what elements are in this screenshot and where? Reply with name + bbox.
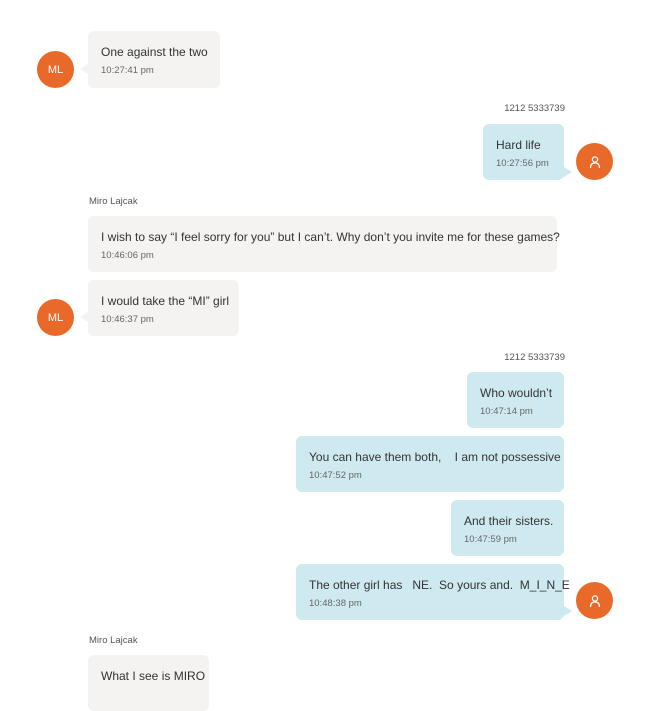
message-text: And their sisters. xyxy=(464,514,554,528)
sender-label: 1212 5333739 xyxy=(504,103,565,114)
message-time: 10:47:52 pm xyxy=(309,470,362,481)
sender-label: 1212 5333739 xyxy=(504,352,565,363)
message-text: Hard life xyxy=(496,138,541,152)
message-text: I wish to say “I feel sorry for you” but… xyxy=(101,230,560,244)
message-text: I would take the “MI” girl xyxy=(101,294,230,308)
avatar-initials: ML xyxy=(47,311,64,324)
message-time: 10:27:41 pm xyxy=(101,65,154,76)
avatar[interactable] xyxy=(576,582,613,619)
message-text: The other girl has NE. So yours and. M_I… xyxy=(309,578,570,592)
message-time: 10:27:56 pm xyxy=(496,158,549,169)
avatar[interactable]: ML xyxy=(37,299,74,336)
user-icon xyxy=(589,594,600,607)
message-text: You can have them both, I am not possess… xyxy=(309,450,561,464)
bubble-tail xyxy=(564,167,572,177)
user-icon xyxy=(589,155,600,168)
message-text: What I see is MIRO xyxy=(101,669,206,683)
message-time: 10:48:38 pm xyxy=(309,598,362,609)
message-bubble[interactable]: I would take the “MI” girl 10:46:37 pm xyxy=(88,280,239,336)
message-bubble[interactable]: Hard life 10:27:56 pm xyxy=(483,124,564,180)
sender-label: Miro Lajcak xyxy=(89,196,138,207)
message-bubble[interactable]: I wish to say “I feel sorry for you” but… xyxy=(88,216,560,272)
message-text: One against the two xyxy=(101,45,208,59)
sender-label: Miro Lajcak xyxy=(89,635,138,646)
avatar-initials: ML xyxy=(47,63,64,76)
bubble-tail xyxy=(80,64,88,74)
message-bubble[interactable]: You can have them both, I am not possess… xyxy=(296,436,564,492)
bubble-tail xyxy=(80,312,88,322)
message-time: 10:47:14 pm xyxy=(480,406,533,417)
message-time: 10:46:06 pm xyxy=(101,250,154,261)
message-time: 10:46:37 pm xyxy=(101,314,154,325)
message-bubble[interactable]: And their sisters. 10:47:59 pm xyxy=(451,500,564,556)
message-text: Who wouldn’t xyxy=(480,386,553,400)
avatar[interactable]: ML xyxy=(37,51,74,88)
bubble-tail xyxy=(564,606,572,616)
message-bubble[interactable]: Who wouldn’t 10:47:14 pm xyxy=(467,372,564,428)
avatar[interactable] xyxy=(576,143,613,180)
message-bubble[interactable]: The other girl has NE. So yours and. M_I… xyxy=(296,564,570,620)
message-time: 10:47:59 pm xyxy=(464,534,517,545)
message-bubble[interactable]: One against the two 10:27:41 pm xyxy=(88,31,220,88)
message-bubble[interactable]: What I see is MIRO xyxy=(88,655,209,711)
